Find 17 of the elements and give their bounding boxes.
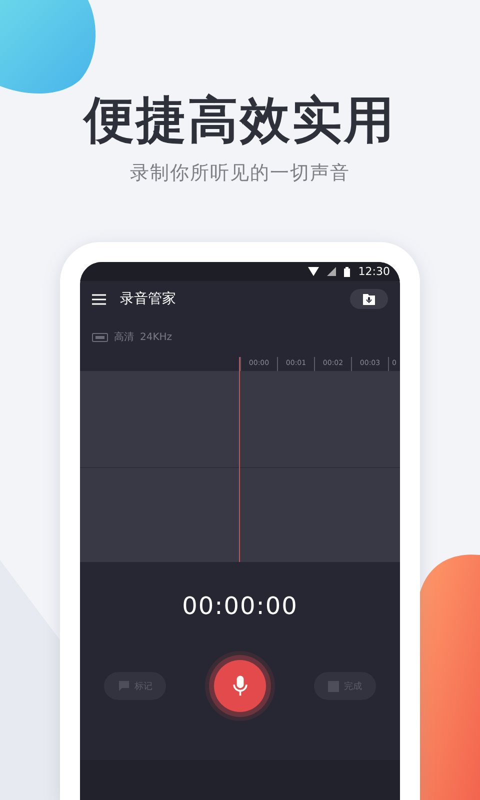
microphone-icon	[232, 675, 248, 697]
app-title: 录音管家	[120, 290, 177, 308]
record-button[interactable]	[214, 660, 266, 712]
status-time: 12:30	[358, 265, 390, 278]
quality-label: 高清	[114, 330, 134, 344]
subtitle: 录制你所听见的一切声音	[130, 161, 350, 186]
wifi-icon	[308, 267, 320, 276]
signal-icon	[327, 267, 336, 276]
cassette-icon	[92, 332, 108, 342]
sample-rate: 24KHz	[140, 332, 172, 342]
battery-icon	[344, 266, 350, 276]
folder-microphone-icon	[363, 294, 375, 304]
headline: 便捷高效实用	[84, 90, 396, 151]
timer: 00:00:00	[182, 592, 298, 620]
stop-icon	[328, 680, 339, 692]
menu-icon[interactable]	[92, 294, 106, 304]
recordings-button[interactable]	[350, 289, 388, 309]
